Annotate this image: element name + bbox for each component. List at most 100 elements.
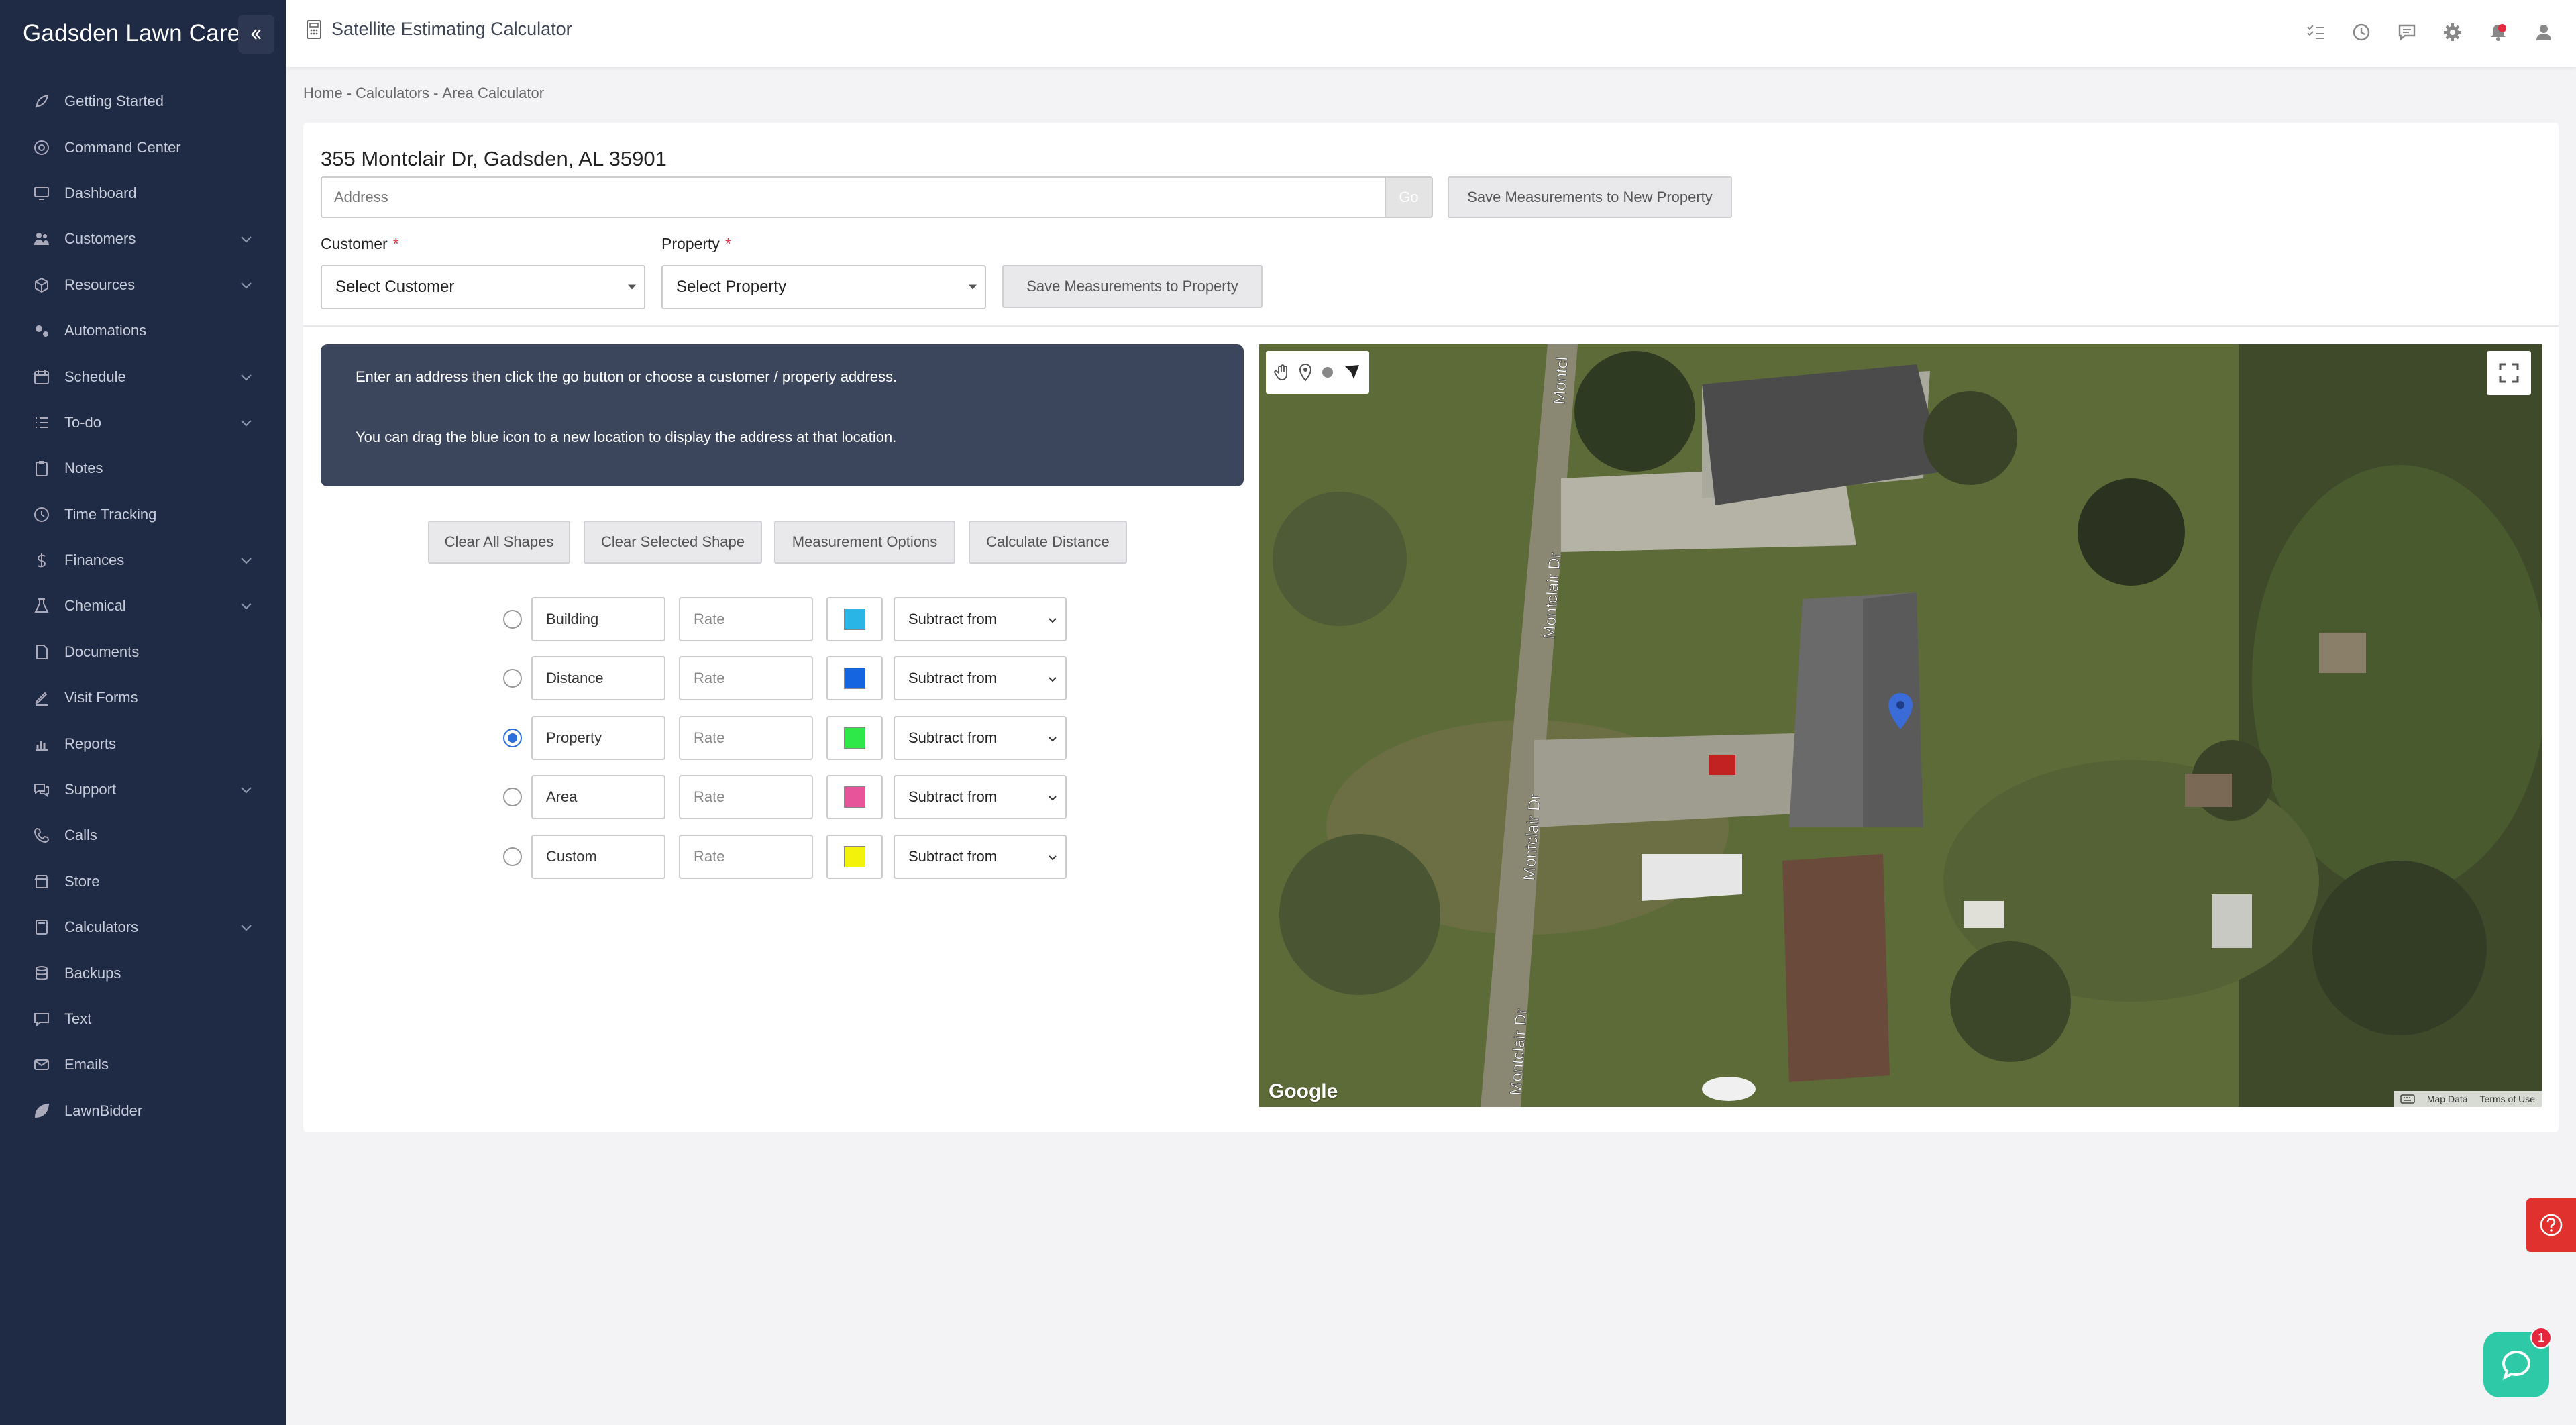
sidebar-item-finances[interactable]: Finances [0, 537, 286, 583]
color-picker[interactable] [826, 597, 883, 641]
polygon-icon[interactable] [1343, 363, 1362, 382]
database-icon [31, 963, 52, 984]
comment-icon[interactable] [2396, 20, 2418, 44]
sidebar-item-schedule[interactable]: Schedule [0, 354, 286, 399]
clock-icon [31, 504, 52, 525]
shape-name-input[interactable]: Property [531, 716, 665, 760]
shape-name-input[interactable]: Building [531, 597, 665, 641]
rate-input[interactable]: Rate [679, 835, 813, 879]
sidebar-item-label: Reports [64, 735, 117, 752]
sidebar-item-documents[interactable]: Documents [0, 629, 286, 675]
save-to-property-button[interactable]: Save Measurements to Property [1002, 265, 1263, 308]
shape-radio[interactable] [503, 610, 522, 629]
go-button[interactable]: Go [1385, 176, 1433, 218]
sidebar-item-calculators[interactable]: Calculators [0, 904, 286, 950]
sidebar-item-reports[interactable]: Reports [0, 721, 286, 766]
sidebar-item-label: LawnBidder [64, 1102, 143, 1119]
calculator-card: 355 Montclair Dr, Gadsden, AL 35901 Go S… [303, 123, 2559, 1132]
calculate-distance-button[interactable]: Calculate Distance [969, 521, 1127, 564]
help-button[interactable] [2526, 1198, 2576, 1252]
sidebar-item-visit-forms[interactable]: Visit Forms [0, 675, 286, 721]
message-icon [31, 1008, 52, 1030]
history-icon[interactable] [2351, 20, 2372, 44]
measurement-options-button[interactable]: Measurement Options [774, 521, 955, 564]
breadcrumb-calculators[interactable]: Calculators [356, 85, 429, 101]
shape-row-distance: Distance Rate Subtract from [503, 656, 1107, 700]
operation-select[interactable]: Subtract from [894, 716, 1067, 760]
shape-radio[interactable] [503, 847, 522, 866]
hand-pan-icon[interactable] [1273, 364, 1291, 381]
operation-select[interactable]: Subtract from [894, 597, 1067, 641]
shape-name-input[interactable]: Distance [531, 656, 665, 700]
marker-icon[interactable] [1298, 363, 1313, 382]
map-data-link[interactable]: Map Data [2427, 1094, 2468, 1104]
sidebar-item-text[interactable]: Text [0, 996, 286, 1042]
save-to-new-property-button[interactable]: Save Measurements to New Property [1448, 176, 1732, 218]
notification-bell-icon[interactable] [2487, 20, 2509, 44]
breadcrumb-home[interactable]: Home [303, 85, 343, 101]
shape-radio[interactable] [503, 788, 522, 806]
shape-radio[interactable] [503, 669, 522, 688]
sidebar-item-backups[interactable]: Backups [0, 950, 286, 996]
sidebar-item-label: Calls [64, 827, 97, 844]
envelope-icon [31, 1054, 52, 1075]
fullscreen-button[interactable] [2487, 351, 2531, 395]
satellite-map[interactable]: Montcl Montclair Dr Montclair Dr Montcla… [1259, 344, 2542, 1107]
collapse-sidebar-button[interactable] [238, 15, 274, 54]
sidebar-item-notes[interactable]: Notes [0, 445, 286, 491]
sidebar-item-customers[interactable]: Customers [0, 216, 286, 262]
sidebar-item-command-center[interactable]: Command Center [0, 124, 286, 170]
sidebar-item-label: Automations [64, 322, 147, 339]
sidebar-item-lawnbidder[interactable]: LawnBidder [0, 1088, 286, 1134]
checklist-icon[interactable] [2305, 20, 2326, 44]
sidebar-item-chemical[interactable]: Chemical [0, 583, 286, 629]
address-input[interactable] [321, 176, 1386, 218]
sidebar-item-label: Notes [64, 460, 103, 477]
sidebar-item-time-tracking[interactable]: Time Tracking [0, 492, 286, 537]
operation-select[interactable]: Subtract from [894, 835, 1067, 879]
rate-input[interactable]: Rate [679, 775, 813, 819]
user-icon[interactable] [2533, 20, 2555, 44]
color-picker[interactable] [826, 656, 883, 700]
circle-icon[interactable] [1320, 364, 1336, 380]
color-picker[interactable] [826, 835, 883, 879]
sidebar-item-label: Calculators [64, 918, 139, 936]
google-logo: Google [1269, 1080, 1338, 1102]
shape-name-input[interactable]: Custom [531, 835, 665, 879]
sidebar-item-getting-started[interactable]: Getting Started [0, 78, 286, 124]
breadcrumb-separator: - [433, 85, 439, 101]
clipboard-icon [31, 458, 52, 479]
leaf-icon [31, 1100, 52, 1122]
sidebar-item-dashboard[interactable]: Dashboard [0, 170, 286, 216]
chevron-down-icon [1048, 729, 1057, 747]
sidebar-item-to-do[interactable]: To-do [0, 400, 286, 445]
breadcrumb-area-calculator: Area Calculator [442, 85, 545, 101]
operation-select[interactable]: Subtract from [894, 775, 1067, 819]
operation-select[interactable]: Subtract from [894, 656, 1067, 700]
sidebar-item-label: Dashboard [64, 184, 137, 201]
map-attribution: Map Data Terms of Use [2393, 1091, 2542, 1107]
clear-all-shapes-button[interactable]: Clear All Shapes [428, 521, 570, 564]
color-picker[interactable] [826, 775, 883, 819]
sidebar-item-calls[interactable]: Calls [0, 812, 286, 858]
customer-select[interactable]: Select Customer [321, 265, 645, 309]
keyboard-icon[interactable] [2400, 1094, 2415, 1104]
sidebar-item-emails[interactable]: Emails [0, 1042, 286, 1088]
sidebar-item-automations[interactable]: Automations [0, 308, 286, 354]
sidebar-item-label: Emails [64, 1056, 109, 1073]
shape-radio[interactable] [503, 729, 522, 747]
clear-selected-shape-button[interactable]: Clear Selected Shape [584, 521, 762, 564]
rate-input[interactable]: Rate [679, 597, 813, 641]
chevron-down-icon [1048, 788, 1057, 806]
rate-input[interactable]: Rate [679, 656, 813, 700]
calculator-icon [307, 19, 321, 39]
color-picker[interactable] [826, 716, 883, 760]
rate-input[interactable]: Rate [679, 716, 813, 760]
sidebar-item-support[interactable]: Support [0, 767, 286, 812]
settings-icon[interactable] [2442, 20, 2463, 44]
property-select[interactable]: Select Property [661, 265, 986, 309]
shape-name-input[interactable]: Area [531, 775, 665, 819]
sidebar-item-resources[interactable]: Resources [0, 262, 286, 308]
sidebar-item-store[interactable]: Store [0, 859, 286, 904]
terms-of-use-link[interactable]: Terms of Use [2480, 1094, 2535, 1104]
